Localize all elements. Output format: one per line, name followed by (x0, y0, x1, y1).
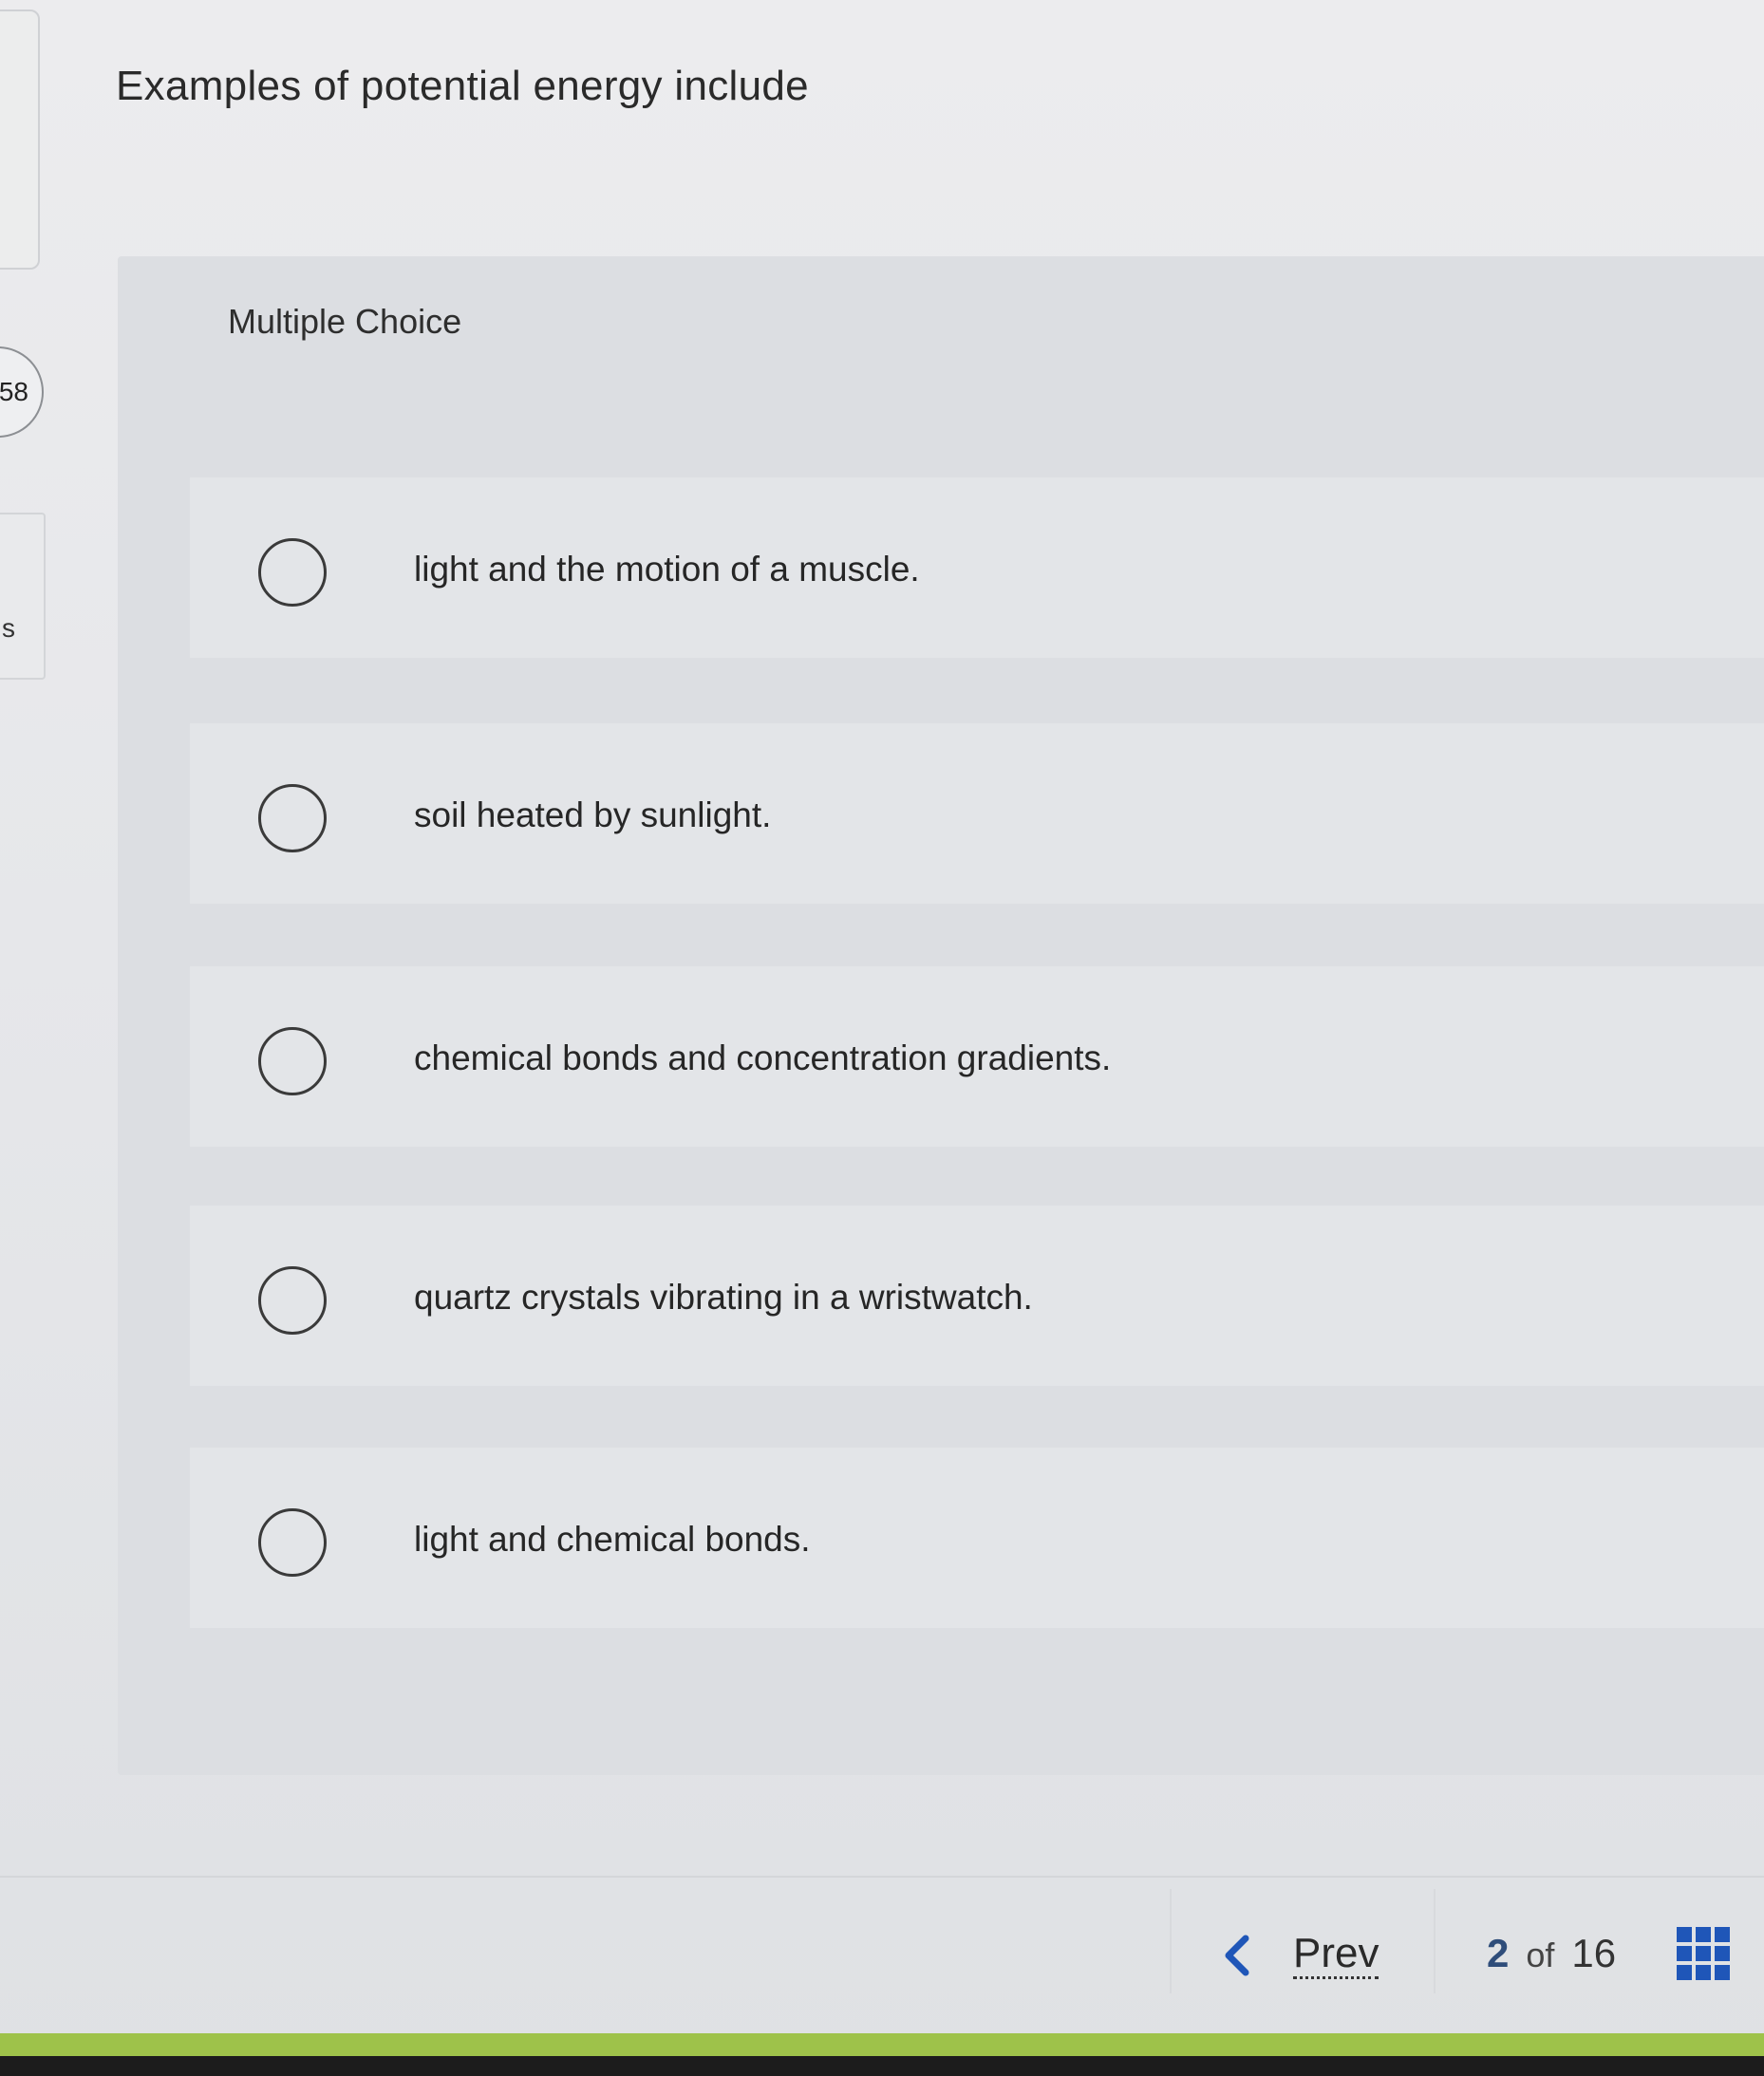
footer-divider (0, 1876, 1764, 1878)
question-number-text: 58 (0, 377, 28, 406)
radio-button[interactable] (258, 784, 327, 852)
total-pages-number: 16 (1571, 1931, 1617, 1975)
side-panel-tab[interactable] (0, 9, 40, 270)
footer-separator (1434, 1889, 1436, 1993)
quiz-page: 58 s Examples of potential energy includ… (0, 0, 1764, 2076)
question-prompt: Examples of potential energy include (116, 63, 809, 109)
current-page-number: 2 (1487, 1931, 1510, 1975)
question-number-badge[interactable]: 58 (0, 346, 44, 438)
answer-option[interactable]: soil heated by sunlight. (190, 723, 1764, 904)
radio-button[interactable] (258, 538, 327, 607)
footer-separator (1170, 1889, 1172, 1993)
answer-option[interactable]: light and the motion of a muscle. (190, 477, 1764, 658)
prev-button-label: Prev (1293, 1932, 1379, 1979)
side-panel-text: s (2, 613, 15, 643)
screen-bezel (0, 2056, 1764, 2076)
answer-option[interactable]: light and chemical bonds. (190, 1448, 1764, 1628)
answer-option[interactable]: chemical bonds and concentration gradien… (190, 966, 1764, 1147)
question-type-label: Multiple Choice (228, 302, 462, 341)
grid-icon[interactable] (1677, 1927, 1730, 1980)
page-indicator: 2 of 16 (1487, 1931, 1616, 1976)
radio-button[interactable] (258, 1027, 327, 1095)
answer-option-label: quartz crystals vibrating in a wristwatc… (414, 1278, 1033, 1317)
bottom-progress-bar (0, 2033, 1764, 2056)
side-panel-box[interactable]: s (0, 513, 46, 680)
page-of-label: of (1526, 1936, 1555, 1974)
answer-option-label: soil heated by sunlight. (414, 795, 772, 834)
radio-button[interactable] (258, 1508, 327, 1577)
chevron-left-icon (1225, 1935, 1249, 1976)
prev-button[interactable]: Prev (1215, 1927, 1379, 1984)
answer-option-label: chemical bonds and concentration gradien… (414, 1038, 1112, 1077)
radio-button[interactable] (258, 1266, 327, 1335)
answer-option-label: light and the motion of a muscle. (414, 550, 920, 589)
answer-option-label: light and chemical bonds. (414, 1520, 811, 1559)
answer-option[interactable]: quartz crystals vibrating in a wristwatc… (190, 1206, 1764, 1386)
